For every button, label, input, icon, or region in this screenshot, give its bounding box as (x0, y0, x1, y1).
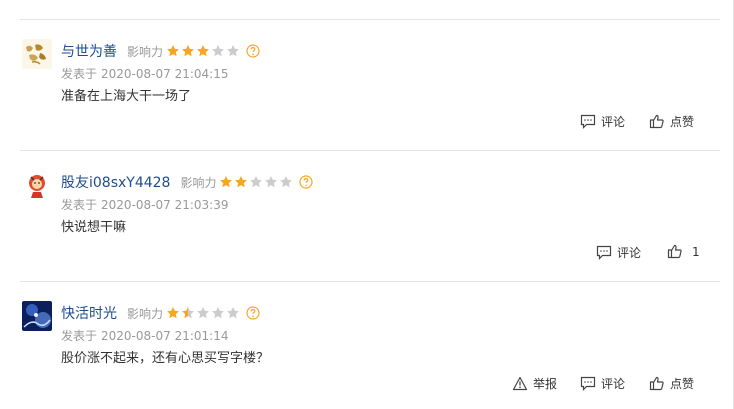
comment-header: 股友i08sxY4428 影响力 (61, 172, 314, 192)
thumbs-up-icon (667, 244, 682, 259)
comment-icon (596, 245, 612, 260)
thumbs-up-icon (649, 114, 664, 129)
comment-button[interactable]: 评论 (580, 375, 625, 392)
like-button[interactable]: 1 (667, 244, 700, 259)
comment-item: 快活时光 影响力 发表于 2020-08-07 21:01:14 股价涨不起来，还… (20, 282, 720, 409)
comment-button[interactable]: 评论 (596, 244, 641, 261)
star-icon (250, 176, 263, 188)
comment-item: 股友i08sxY4428 影响力 发表于 2020-08-07 21:03:39 … (20, 151, 720, 282)
help-icon[interactable] (246, 306, 260, 320)
help-icon[interactable] (299, 175, 314, 189)
comment-text: 股价涨不起来，还有心思买写字楼？ (61, 351, 270, 366)
thumbs-up-icon (649, 376, 664, 391)
star-icon (182, 307, 194, 319)
star-icon (197, 45, 209, 57)
influence-stars (166, 306, 241, 320)
star-icon (227, 45, 239, 57)
posted-time: 2020-08-07 21:03:39 (101, 198, 229, 212)
comment-icon (580, 114, 596, 129)
posted-prefix: 发表于 (61, 198, 98, 212)
username[interactable]: 与世为善 (61, 41, 117, 61)
star-icon (167, 45, 179, 57)
star-icon (227, 307, 239, 319)
star-icon (182, 45, 194, 57)
report-label: 举报 (533, 377, 558, 391)
post-timestamp: 发表于 2020-08-07 21:01:14 (61, 327, 228, 344)
star-icon (212, 45, 224, 57)
comment-label: 评论 (601, 115, 626, 129)
star-icon (197, 307, 209, 319)
comment-header: 与世为善 影响力 (61, 41, 260, 61)
comment-header: 快活时光 影响力 (61, 303, 260, 323)
report-button[interactable]: 举报 (512, 375, 557, 392)
star-icon (265, 176, 278, 188)
posted-prefix: 发表于 (61, 329, 98, 343)
warning-icon (512, 376, 528, 391)
comment-text: 准备在上海大干一场了 (61, 89, 192, 104)
avatar[interactable] (22, 170, 52, 200)
star-icon (212, 307, 224, 319)
influence-label: 影响力 (127, 306, 164, 321)
star-icon (220, 176, 233, 188)
influence-label: 影响力 (180, 175, 217, 190)
like-label: 点赞 (670, 377, 695, 391)
comment-item: 与世为善 影响力 发表于 2020-08-07 21:04:15 准备在上海大干一… (20, 20, 720, 151)
influence-stars (219, 175, 294, 189)
like-count: 1 (692, 244, 700, 259)
post-timestamp: 发表于 2020-08-07 21:04:15 (61, 65, 228, 82)
star-icon (167, 307, 179, 319)
posted-prefix: 发表于 (61, 67, 98, 81)
comment-icon (580, 376, 596, 391)
username[interactable]: 股友i08sxY4428 (61, 172, 170, 192)
comment-button[interactable]: 评论 (580, 113, 625, 130)
influence-label: 影响力 (127, 44, 164, 59)
comment-label: 评论 (617, 246, 642, 260)
star-icon (280, 176, 293, 188)
help-icon[interactable] (246, 44, 260, 58)
avatar[interactable] (22, 301, 52, 331)
username[interactable]: 快活时光 (61, 303, 117, 323)
influence-stars (166, 44, 241, 58)
like-label: 点赞 (670, 115, 695, 129)
posted-time: 2020-08-07 21:04:15 (101, 67, 229, 81)
comment-label: 评论 (601, 377, 626, 391)
posted-time: 2020-08-07 21:01:14 (101, 329, 229, 343)
comment-text: 快说想干嘛 (61, 220, 127, 235)
post-timestamp: 发表于 2020-08-07 21:03:39 (61, 196, 228, 213)
like-button[interactable]: 点赞 (649, 113, 694, 130)
avatar[interactable] (22, 39, 52, 69)
star-icon (235, 176, 248, 188)
like-button[interactable]: 点赞 (649, 375, 694, 392)
